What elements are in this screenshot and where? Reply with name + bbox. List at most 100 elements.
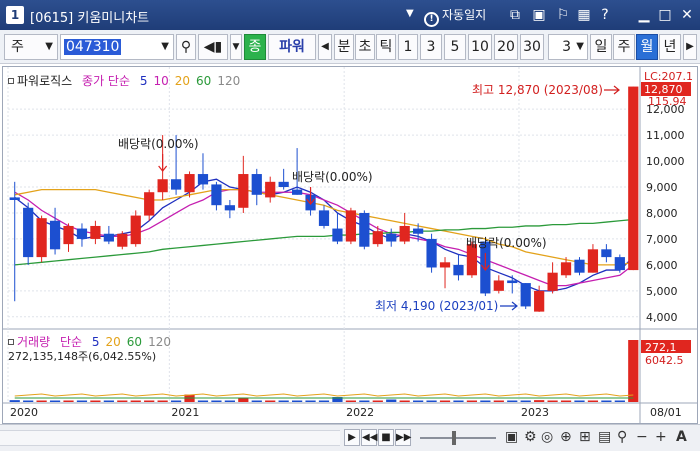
volume-bar xyxy=(386,399,397,402)
candle-body xyxy=(23,207,34,258)
candle-body xyxy=(265,181,276,198)
volume-bar xyxy=(614,400,625,402)
window-icon[interactable]: ▤ xyxy=(598,429,611,446)
volume-bar xyxy=(466,400,478,402)
layout-icon[interactable]: ▣ xyxy=(505,429,518,446)
legend-ma-60: 60 xyxy=(196,74,212,88)
volume-bar xyxy=(359,400,370,402)
volume-bar xyxy=(265,400,276,402)
legend-square-icon xyxy=(8,78,14,84)
candle-body xyxy=(332,228,343,242)
price-tick-label: 7,000 xyxy=(646,233,678,246)
volume-bar xyxy=(574,400,585,402)
volume-bar xyxy=(305,400,316,402)
chart-scroll-bar: ▶ ◀◀ ■ ▶▶ ▣ ⚙ ◎ ⊕ ⊞ ▤ ⚲ − + A xyxy=(0,424,700,451)
candle-body xyxy=(157,179,168,193)
volume-bar xyxy=(318,400,330,402)
volume-bar xyxy=(211,400,222,402)
volume-bar xyxy=(251,400,262,402)
candle-body xyxy=(251,174,262,195)
candle-body xyxy=(386,233,397,242)
volume-bar xyxy=(520,400,531,402)
candle-body xyxy=(507,280,518,284)
candle-body xyxy=(184,174,195,193)
volume-bar xyxy=(224,400,235,402)
volume-bar xyxy=(197,400,209,402)
candle-body xyxy=(117,233,128,247)
time-tick-label: 2022 xyxy=(346,406,374,419)
overlay-icon[interactable]: ◎ xyxy=(541,429,553,446)
prev-price-tag: 115.94 xyxy=(648,95,687,108)
high-label: 최고 12,870 (2023/08) xyxy=(472,83,603,97)
candle-body xyxy=(547,272,558,291)
price-tick-label: 8,000 xyxy=(646,207,678,220)
candle-body xyxy=(493,280,504,291)
volume-info: 272,135,148주(6,042.55%) xyxy=(8,350,157,363)
volume-bar xyxy=(49,400,61,402)
volume-legend-ma-20: 20 xyxy=(105,335,121,349)
chart-canvas: 12,00011,00010,0009,0008,0007,0006,0005,… xyxy=(2,67,698,423)
candle-body xyxy=(359,212,370,247)
stop-icon[interactable]: ■ xyxy=(378,429,394,446)
candle-body xyxy=(90,225,101,239)
fast-forward-icon[interactable]: ▶▶ xyxy=(395,429,411,446)
volume-bar xyxy=(103,400,114,402)
time-tick-label: 2020 xyxy=(10,406,38,419)
price-tick-label: 4,000 xyxy=(646,311,678,324)
candle-body xyxy=(103,233,114,242)
candle-body xyxy=(278,181,289,188)
volume-bar xyxy=(278,400,289,402)
low-label: 최저 4,190 (2023/01) xyxy=(375,299,498,313)
candle-body xyxy=(130,215,141,245)
zoom-out-icon[interactable]: − xyxy=(636,429,648,446)
horizontal-scrollbar[interactable] xyxy=(0,430,340,446)
candle-body xyxy=(291,189,303,195)
candle-body xyxy=(601,249,612,258)
candle-body xyxy=(534,290,545,312)
candle-body xyxy=(318,210,330,226)
settings-icon[interactable]: ⚙ xyxy=(524,429,537,446)
candle-body xyxy=(574,259,585,273)
candle-body xyxy=(144,192,155,216)
volume-legend-ma-5: 5 xyxy=(91,335,100,349)
price-tick-label: 11,000 xyxy=(646,129,685,142)
legend-ma-120: 120 xyxy=(217,74,241,88)
price-tick-label: 10,000 xyxy=(646,155,685,168)
high-arrow xyxy=(604,85,620,95)
crosshair-icon[interactable]: ⊕ xyxy=(560,429,572,446)
dividend-label: 배당락(0.00%) xyxy=(292,170,373,184)
rewind-icon[interactable]: ◀◀ xyxy=(361,429,377,446)
volume-bar xyxy=(480,400,491,402)
zoom-slider[interactable] xyxy=(420,437,496,439)
volume-bar xyxy=(238,398,249,402)
play-icon[interactable]: ▶ xyxy=(344,429,360,446)
zoom-slider-handle[interactable] xyxy=(452,431,456,445)
legend-stock-name: 파워로직스 xyxy=(17,74,73,88)
volume-ratio-tag: 6042.5 xyxy=(645,354,684,367)
low-arrow xyxy=(500,301,518,311)
candle-body xyxy=(520,283,531,307)
zoom-in-icon[interactable]: + xyxy=(655,429,667,446)
candle-body xyxy=(560,262,572,276)
candle-body xyxy=(453,264,464,276)
time-tick-label: 2023 xyxy=(521,406,549,419)
volume-bar xyxy=(534,400,545,402)
candle-body xyxy=(170,179,182,190)
legend-square-icon xyxy=(8,339,14,345)
volume-bar xyxy=(63,400,74,402)
text-size-icon[interactable]: A xyxy=(676,429,687,446)
zoom-icon[interactable]: ⚲ xyxy=(617,429,627,446)
dividend-arrow xyxy=(158,154,168,172)
candle-body xyxy=(614,257,625,271)
volume-bar xyxy=(90,400,101,402)
legend-ma-10: 10 xyxy=(153,74,169,88)
volume-bar xyxy=(587,400,599,402)
candle-body xyxy=(36,218,47,258)
volume-bar xyxy=(493,400,504,402)
volume-bar xyxy=(399,400,410,402)
draw-icon[interactable]: ⊞ xyxy=(579,429,591,446)
volume-bar xyxy=(345,400,357,402)
candle-body xyxy=(426,238,437,268)
dividend-label: 배당락(0.00%) xyxy=(118,137,199,151)
candle-body xyxy=(628,86,639,271)
